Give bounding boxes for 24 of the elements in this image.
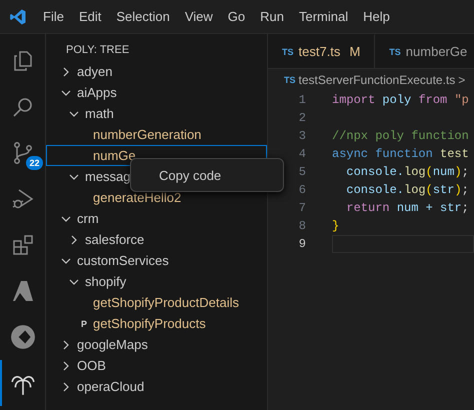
typescript-icon: TS — [284, 75, 296, 85]
code-line: console.log(num); — [345, 165, 469, 179]
code-line: } — [332, 219, 340, 233]
line-number: 7 — [298, 201, 307, 215]
count-badge: 22 — [26, 156, 42, 170]
typescript-icon: TS — [282, 46, 294, 56]
code-line: //npx poly function — [332, 129, 469, 143]
line-number: 5 — [298, 165, 307, 179]
code-line: console.log(str); — [345, 183, 469, 197]
line-number: 8 — [298, 219, 307, 233]
line-number: 2 — [298, 111, 307, 125]
prefix-label: P — [81, 318, 88, 328]
line-number: 4 — [298, 147, 307, 161]
code-line: return num + str; — [345, 201, 469, 215]
line-number: 9 — [298, 237, 307, 251]
line-number: 3 — [298, 129, 307, 143]
modified-status: M — [349, 44, 360, 59]
breadcrumb-separator: > — [458, 73, 466, 87]
line-number: 6 — [298, 183, 307, 197]
code-line: async function test — [332, 147, 469, 161]
line-number: 1 — [298, 93, 307, 107]
panel-title: POLY: TREE — [65, 43, 130, 58]
code-line: import poly from "p — [332, 93, 469, 107]
typescript-icon: TS — [389, 46, 401, 56]
